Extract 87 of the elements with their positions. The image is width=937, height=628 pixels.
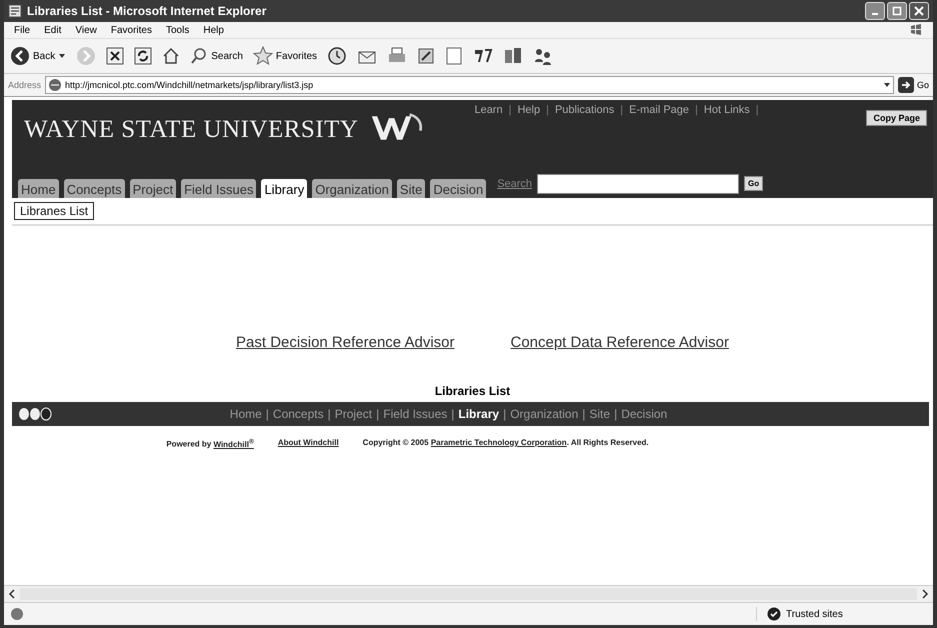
nav-tab[interactable]: Organization [312,179,392,198]
separator: | [508,104,512,116]
header-link[interactable]: Learn [474,104,503,116]
menu-item[interactable]: Favorites [110,24,152,36]
header-link[interactable]: Help [517,104,540,116]
page-icon [48,78,62,92]
footer-link[interactable]: Library [458,407,500,421]
balloons-logo-icon [18,406,54,422]
go-button[interactable]: Go [898,77,929,93]
header-link[interactable]: E-mail Page [629,104,690,116]
separator: | [620,104,624,116]
company-link[interactable]: Parametric Technology Corporation [430,438,567,447]
favorites-button[interactable]: Favorites [252,46,318,66]
about-link[interactable]: About Windchill [278,438,339,449]
separator: | [546,104,549,116]
university-logo-text: WAYNE STATE UNIVERSITY [24,116,358,144]
footer-link[interactable]: Organization [510,407,578,421]
stop-icon[interactable] [106,47,124,65]
nav-tab[interactable]: Field Issues [181,179,256,198]
window-title: Libraries List - Microsoft Internet Explorer [27,4,268,18]
separator: | [376,407,380,421]
separator: | [266,407,269,421]
nav-tab[interactable]: Home [18,179,59,198]
footer-link[interactable]: Concepts [272,407,324,421]
security-zone-text: Trusted sites [786,608,843,620]
windows-logo-icon [909,23,923,37]
search-go-button[interactable]: Go [744,176,764,191]
minimize-button[interactable] [865,2,885,20]
scroll-right-icon[interactable] [921,589,929,599]
separator: | [503,407,506,421]
page-icon [8,4,22,18]
scroll-left-icon[interactable] [8,589,16,599]
windchill-link[interactable]: Windchill$^{®}$ [213,440,254,449]
dropdown-icon[interactable] [882,81,891,89]
nav-tab[interactable]: Project [130,179,176,198]
refresh-icon[interactable] [134,47,152,65]
separator: | [582,407,586,421]
footer-link[interactable]: Home [230,407,262,421]
history-icon[interactable] [327,46,348,66]
page-status-icon [10,607,24,621]
nav-tab[interactable]: Site [396,179,426,198]
header-link[interactable]: Hot Links [704,104,750,116]
separator: | [451,407,454,421]
powered-by-text: Powered by Windchill$^{®}$ [166,438,254,449]
search-field[interactable] [537,174,740,194]
nav-tab[interactable]: Library [261,179,308,198]
advisor-link[interactable]: Past Decision Reference Advisor [236,334,454,374]
close-button[interactable] [909,2,929,20]
people-icon[interactable] [533,46,554,66]
advisor-link[interactable]: Concept Data Reference Advisor [510,334,729,374]
maximize-button[interactable] [887,2,907,20]
star-icon [252,46,273,66]
nav-tab[interactable]: Concepts [64,179,125,198]
menu-item[interactable]: Edit [44,24,62,36]
dropdown-icon [58,52,66,60]
close-icon [914,6,924,16]
home-icon[interactable] [162,47,180,65]
separator: | [695,104,698,116]
search-label: Search [497,178,532,190]
sub-tab[interactable]: Libranes List [14,202,94,220]
separator: | [328,407,331,421]
check-icon [767,607,781,621]
separator: | [756,104,759,116]
footer-link[interactable]: Site [589,407,610,421]
minimize-icon [872,13,878,15]
edit-icon[interactable] [417,47,436,65]
footer-link[interactable]: Project [334,407,372,421]
maximize-icon [892,6,902,16]
separator: | [614,407,618,421]
menu-item[interactable]: File [14,24,30,36]
menu-item[interactable]: Help [203,24,224,36]
search-button[interactable]: Search [190,47,243,65]
page-title: Libraries List [434,383,512,400]
copy-page-button[interactable]: Copy Page [866,110,927,126]
nav-tab[interactable]: Decision [430,179,486,198]
copyright-text: Copyright © 2005 Parametric Technology Corporation. All Rights Reserved. [362,438,649,449]
search-icon [190,47,208,65]
document-icon[interactable] [445,47,464,65]
menu-item[interactable]: Tools [166,24,190,36]
horizontal-scrollbar[interactable] [4,585,933,602]
header-link[interactable]: Publications [554,104,614,116]
menu-item[interactable]: View [75,24,97,36]
back-button[interactable]: Back [10,46,66,66]
address-label: Address [8,80,42,90]
address-field[interactable]: http://jmcnicol.ptc.com/Windchill/netmarkets/jsp/library/list3.jsp [45,76,894,94]
footer-link[interactable]: Field Issues [383,407,448,421]
footer-link[interactable]: Decision [621,407,668,421]
